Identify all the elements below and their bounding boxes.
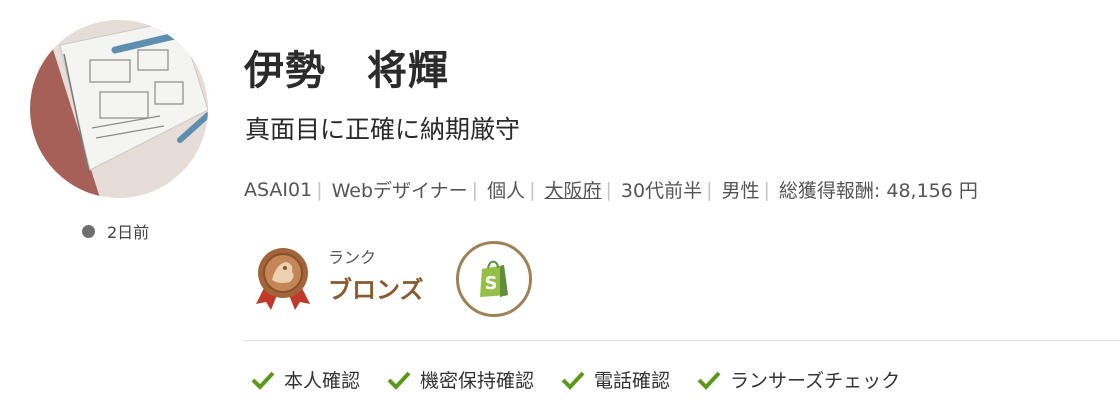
rank-value: ブロンズ (328, 276, 424, 304)
meta-gender: 男性 (721, 180, 760, 202)
rank-label: ランク (328, 248, 377, 267)
shopify-icon: S (480, 260, 508, 297)
meta-type: 個人 (487, 180, 526, 202)
meta-separator: | (471, 178, 479, 201)
meta-earnings: 総獲得報酬: 48,156 円 (778, 180, 978, 202)
check-icon (251, 371, 275, 390)
svg-text:S: S (485, 273, 498, 294)
check-icon (697, 371, 721, 390)
meta-location-link[interactable]: 大阪府 (544, 176, 601, 203)
meta-separator: | (529, 178, 536, 201)
verification-label: ランサーズチェック (730, 370, 901, 392)
last-login-text: 2日前 (107, 223, 150, 242)
meta-occupation: Webデザイナー (331, 180, 468, 202)
verification-label: 本人確認 (284, 370, 361, 392)
avatar (30, 20, 208, 198)
divider (244, 340, 1120, 341)
meta-separator: | (763, 178, 770, 201)
verification-item: 本人確認 (250, 366, 360, 393)
profile-meta: ASAI01 | Webデザイナー | 個人 | 大阪府 | 30代前半 | 男性 | 総獲… (244, 176, 978, 203)
status-dot (82, 224, 95, 238)
verification-label: 機密保持確認 (420, 370, 535, 392)
check-icon (387, 371, 411, 390)
meta-separator: | (605, 178, 612, 201)
profile-catchphrase: 真面目に正確に納期厳守 (245, 115, 521, 144)
meta-age: 30代前半 (620, 180, 703, 202)
verification-list: 本人確認 機密保持確認 電話確認 ランサーズチェック (250, 366, 900, 393)
meta-separator: | (316, 178, 323, 201)
shopify-badge[interactable]: S (456, 241, 532, 317)
last-login-status: 2日前 (82, 219, 149, 243)
bronze-medal-icon (252, 246, 314, 316)
meta-username: ASAI01 (244, 178, 313, 201)
profile-name: 伊勢 将輝 (244, 48, 449, 94)
verification-item: ランサーズチェック (696, 366, 900, 393)
verification-item: 機密保持確認 (386, 366, 534, 393)
check-icon (561, 371, 585, 390)
meta-separator: | (706, 178, 713, 201)
verification-label: 電話確認 (594, 370, 671, 392)
verification-item: 電話確認 (560, 366, 670, 393)
